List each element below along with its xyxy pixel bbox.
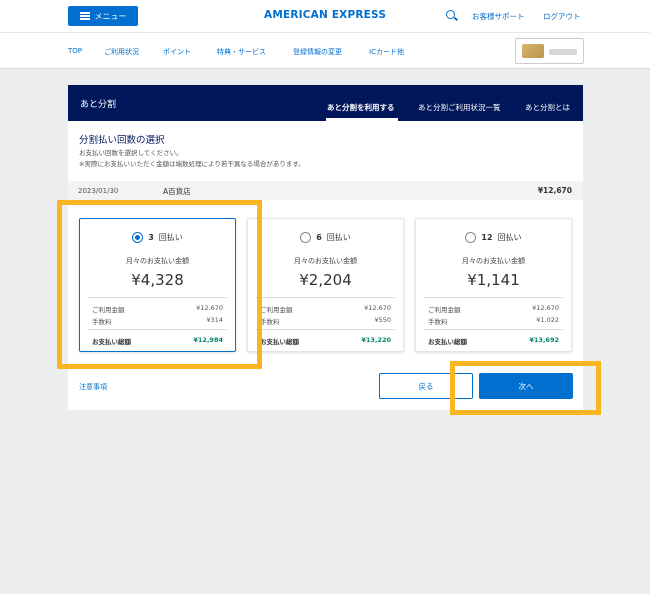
fee-row: 手数料 ¥314 [92,316,223,326]
radio-button[interactable] [300,232,312,243]
nav-item-usage[interactable]: ご利用状況 [104,47,139,57]
radio-button[interactable] [132,232,144,243]
monthly-label: 月々のお支払い金額 [462,257,525,265]
monthly-amount: ¥2,204 [299,271,352,289]
option-count: 6 [316,233,322,242]
usage-label: ご利用金額 [260,306,293,314]
nav-item-points[interactable]: ポイント [163,47,191,57]
option-count: 3 [148,233,154,242]
fee-label: 手数料 [428,318,448,326]
nav-item-ic-card[interactable]: ICカード他 [369,47,404,57]
menu-label: メニュー [94,11,127,21]
section-title: 分割払い回数の選択 [79,135,165,146]
back-button[interactable]: 戻る [379,373,473,399]
divider [424,297,563,298]
transaction-date: 2023/01/30 [78,187,119,195]
total-value: ¥13,692 [529,336,559,344]
tab-installment-status[interactable]: あと分割ご利用状況一覧 [418,102,501,113]
usage-row: ご利用金額 ¥12,670 [428,304,559,314]
usage-row: ご利用金額 ¥12,670 [260,304,391,314]
usage-value: ¥12,670 [196,304,223,312]
rounding-note: ※実際にお支払いいただく金額は端数処理により若干異なる場合があります。 [79,160,305,168]
total-value: ¥13,220 [361,336,391,344]
card-selector[interactable] [515,38,584,64]
option-unit: 回払い [497,233,522,242]
hamburger-icon [79,12,90,20]
nav-item-top[interactable]: TOP [68,47,82,55]
nav-item-account-change[interactable]: 登録情報の変更 [293,47,342,57]
total-row: お支払い総額 ¥13,220 [260,336,391,346]
nav-item-benefits[interactable]: 特典・サービス [217,47,266,57]
notice-link[interactable]: 注意事項 [79,382,107,392]
fee-value: ¥314 [206,316,223,324]
transaction-row: 2023/01/30 A百貨店 ¥12,670 [68,181,583,200]
next-button[interactable]: 次へ [479,373,573,399]
amex-logo[interactable]: AMERICAN EXPRESS [264,9,386,21]
divider [424,329,563,330]
fee-value: ¥1,022 [536,316,559,324]
transaction-amount: ¥12,670 [537,186,572,195]
main-nav: TOP ご利用状況 ポイント 特典・サービス 登録情報の変更 ICカード他 [0,32,650,69]
fee-label: 手数料 [92,318,112,326]
total-row: お支払い総額 ¥13,692 [428,336,559,346]
usage-row: ご利用金額 ¥12,670 [92,304,223,314]
tab-use-installment[interactable]: あと分割を利用する [327,102,395,113]
option-card-6[interactable]: 6 回払い 月々のお支払い金額 ¥2,204 ご利用金額 ¥12,670 手数料… [247,218,404,352]
top-bar: メニュー AMERICAN EXPRESS お客様サポート ログアウト [0,0,650,32]
fee-value: ¥550 [374,316,391,324]
menu-button[interactable]: メニュー [68,6,138,26]
monthly-amount: ¥4,328 [131,271,184,289]
total-value: ¥12,984 [193,336,223,344]
total-row: お支払い総額 ¥12,984 [92,336,223,346]
tab-about-installment[interactable]: あと分割とは [525,102,570,113]
fee-label: 手数料 [260,318,280,326]
logout-link[interactable]: ログアウト [543,11,581,22]
monthly-label: 月々のお支払い金額 [126,257,189,265]
fee-row: 手数料 ¥550 [260,316,391,326]
usage-label: ご利用金額 [92,306,125,314]
transaction-merchant: A百貨店 [163,187,191,196]
search-icon[interactable] [446,10,455,19]
option-card-12[interactable]: 12 回払い 月々のお支払い金額 ¥1,141 ご利用金額 ¥12,670 手数… [415,218,572,352]
panel-title: あと分割 [80,100,117,110]
divider [88,329,227,330]
support-link[interactable]: お客様サポート [472,11,525,22]
total-label: お支払い総額 [92,338,131,346]
option-card-3[interactable]: 3 回払い 月々のお支払い金額 ¥4,328 ご利用金額 ¥12,670 手数料… [79,218,236,352]
installment-panel: あと分割 あと分割を利用する あと分割ご利用状況一覧 あと分割とは 分割払い回数… [68,85,583,410]
instruction-text: お支払い回数を選択してください。 [79,149,183,157]
monthly-label: 月々のお支払い金額 [294,257,357,265]
usage-value: ¥12,670 [532,304,559,312]
card-image [522,44,544,58]
option-label: 12 回払い [416,232,571,243]
active-tab-indicator [326,118,398,121]
panel-header: あと分割 あと分割を利用する あと分割ご利用状況一覧 あと分割とは [68,85,583,121]
option-unit: 回払い [326,233,351,242]
usage-value: ¥12,670 [364,304,391,312]
option-unit: 回払い [158,233,183,242]
total-label: お支払い総額 [260,338,299,346]
usage-label: ご利用金額 [428,306,461,314]
card-number-masked [549,49,577,55]
fee-row: 手数料 ¥1,022 [428,316,559,326]
divider [88,297,227,298]
monthly-amount: ¥1,141 [467,271,520,289]
radio-button[interactable] [465,232,477,243]
divider [256,297,395,298]
divider [256,329,395,330]
total-label: お支払い総額 [428,338,467,346]
option-label: 3 回払い [80,232,235,243]
option-count: 12 [481,233,493,242]
option-label: 6 回払い [248,232,403,243]
